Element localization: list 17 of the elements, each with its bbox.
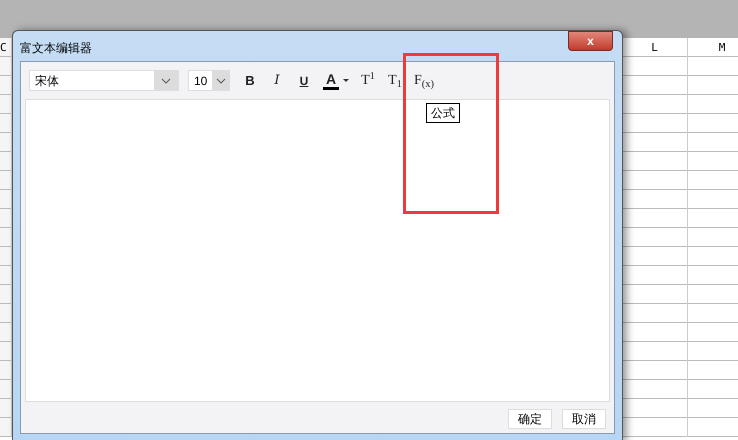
size-select[interactable]: 10 [188,70,230,91]
column-header: C [0,38,11,57]
underline-button[interactable]: U [292,68,316,92]
close-button[interactable]: x [568,31,613,51]
dialog-button[interactable]: 取消 [562,409,606,429]
tooltip: 公式 [426,103,460,123]
window-title: 富文本编辑器 [20,40,92,57]
format-button[interactable]: T$_{1}$ [383,68,407,92]
format-button[interactable]: T$^{1}$ [356,68,380,92]
dialog-button[interactable]: 确定 [508,409,552,429]
font-color-button[interactable]: A [319,68,353,92]
column-header: M [688,38,738,57]
format-button[interactable]: F$_{(x)}$ [410,68,438,92]
font-select[interactable]: 宋体 [29,70,179,91]
text-editor-area[interactable]: 公式 [25,99,610,402]
bold-button[interactable]: B [238,68,262,92]
italic-button[interactable]: I [265,68,289,92]
